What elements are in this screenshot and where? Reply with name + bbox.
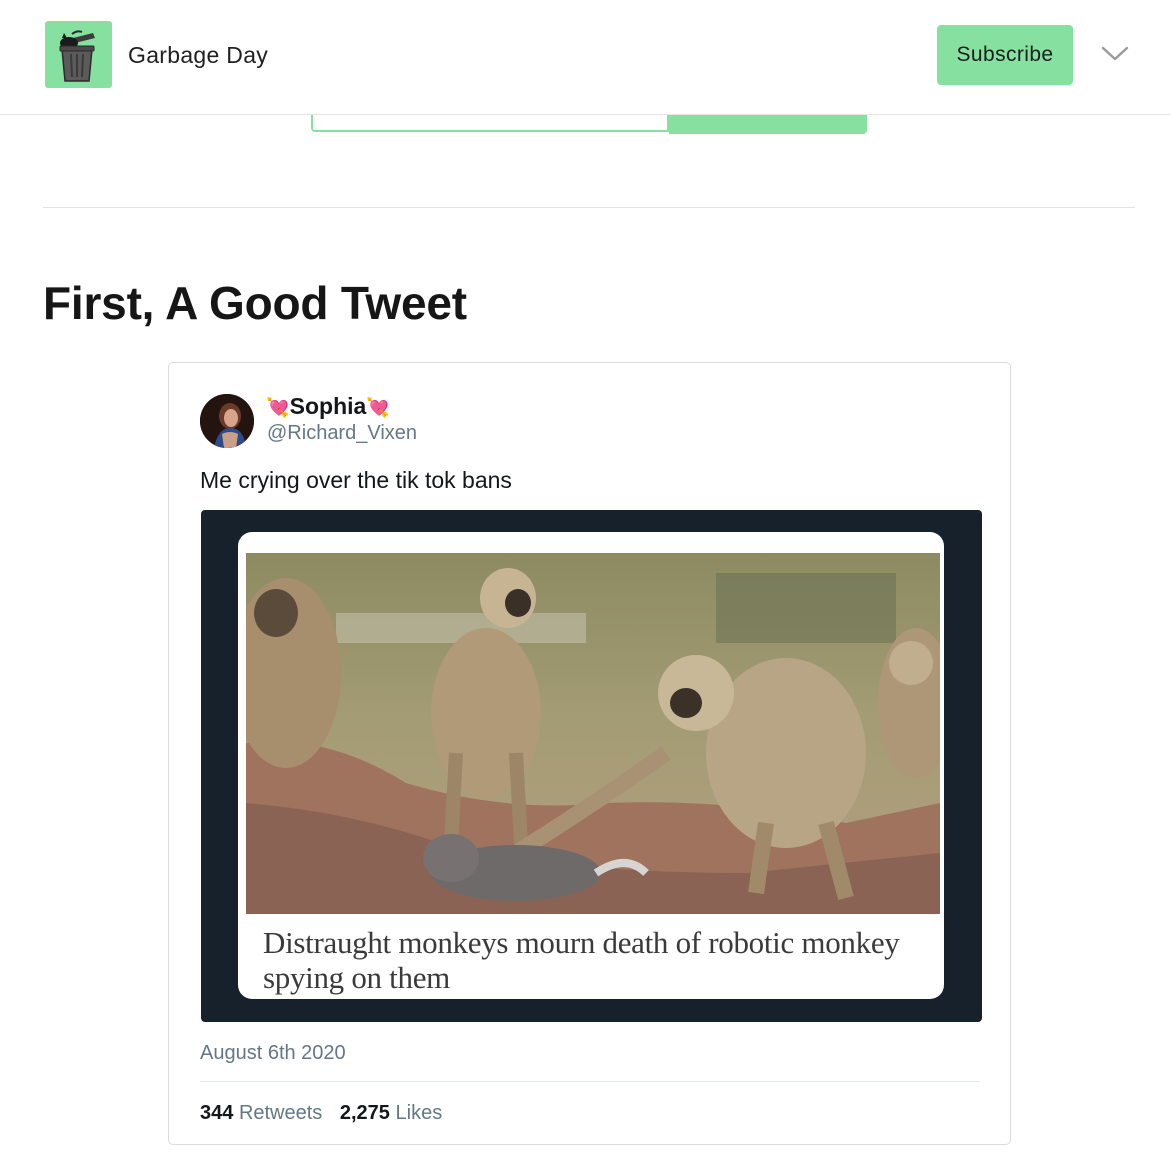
retweets-label: Retweets <box>238 1102 323 1124</box>
top-navigation-bar: Garbage Day Subscribe <box>0 0 1171 115</box>
heart-arrow-icon: 💘 <box>266 398 290 419</box>
tweet-date[interactable]: August 6th 2020 <box>200 1042 346 1065</box>
tweet-text: Me crying over the tik tok bans <box>200 467 512 493</box>
likes-label: Likes <box>395 1102 443 1124</box>
news-headline: Distraught monkeys mourn death of roboti… <box>263 925 900 995</box>
tweet-handle[interactable]: @Richard_Vixen <box>267 422 417 445</box>
chevron-down-icon[interactable] <box>1100 43 1130 63</box>
site-name[interactable]: Garbage Day <box>128 42 268 69</box>
likes-count: 2,275 <box>339 1102 390 1124</box>
tweet-display-name[interactable]: 💘Sophia💘 <box>266 393 390 420</box>
tweet-media[interactable]: Distraught monkeys mourn death of roboti… <box>201 510 982 1022</box>
subscribe-button[interactable]: Subscribe <box>937 25 1073 85</box>
embedded-tweet: 💘Sophia💘 @Richard_Vixen Me crying over t… <box>168 362 1011 1145</box>
monkeys-photo <box>246 553 940 914</box>
tweet-stats: 344 Retweets 2,275 Likes <box>200 1102 442 1125</box>
section-divider <box>43 207 1135 208</box>
trash-can-icon <box>59 30 95 82</box>
news-screenshot: Distraught monkeys mourn death of roboti… <box>238 532 944 999</box>
section-heading: First, A Good Tweet <box>43 277 467 329</box>
display-name-text: Sophia <box>289 393 367 419</box>
page: Garbage Day Subscribe First, A Good Twee… <box>0 0 1171 1175</box>
avatar[interactable] <box>200 394 254 448</box>
retweets-count: 344 <box>200 1102 234 1124</box>
tweet-divider <box>200 1081 980 1082</box>
heart-arrow-icon: 💘 <box>366 398 391 419</box>
site-logo[interactable] <box>45 21 112 88</box>
